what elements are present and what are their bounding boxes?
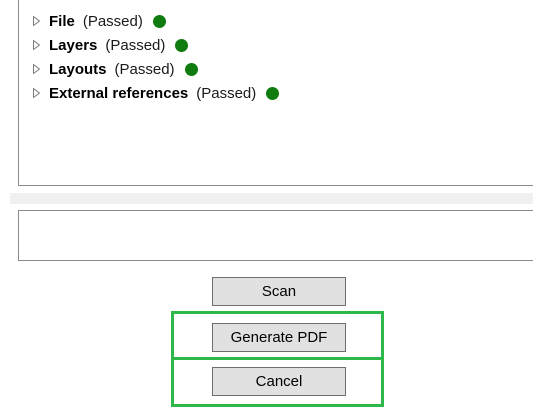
- tree-item-layers[interactable]: Layers (Passed): [33, 33, 279, 57]
- message-box: [18, 210, 533, 261]
- check-results-tree: File (Passed) Layers (Passed) Layouts (P…: [33, 9, 280, 105]
- cancel-button[interactable]: Cancel: [212, 367, 346, 396]
- tree-item-label: Layouts: [49, 60, 107, 78]
- tree-item-status: (Passed): [82, 12, 143, 30]
- tree-item-layouts[interactable]: Layouts (Passed): [33, 57, 279, 81]
- tree-item-status: (Passed): [105, 36, 166, 54]
- highlight-divider: [171, 357, 384, 360]
- tree-item-external-references[interactable]: External references (Passed): [33, 81, 280, 105]
- generate-pdf-button[interactable]: Generate PDF: [212, 323, 346, 352]
- tree-item-label: Layers: [49, 36, 98, 54]
- expand-arrow-icon[interactable]: [33, 13, 43, 29]
- check-results-tree-panel: File (Passed) Layers (Passed) Layouts (P…: [18, 0, 533, 186]
- panel-separator: [10, 193, 533, 204]
- tree-item-status: (Passed): [196, 84, 257, 102]
- status-dot-icon: [266, 86, 280, 100]
- expand-arrow-icon[interactable]: [33, 85, 43, 101]
- tree-item-label: File: [49, 12, 75, 30]
- expand-arrow-icon[interactable]: [33, 61, 43, 77]
- status-dot-icon: [152, 14, 166, 28]
- status-dot-icon: [184, 62, 198, 76]
- status-dot-icon: [175, 38, 189, 52]
- tree-item-status: (Passed): [114, 60, 175, 78]
- scan-button[interactable]: Scan: [212, 277, 346, 306]
- tree-item-file[interactable]: File (Passed): [33, 9, 279, 33]
- pdf-check-dialog: File (Passed) Layers (Passed) Layouts (P…: [0, 0, 533, 407]
- expand-arrow-icon[interactable]: [33, 37, 43, 53]
- tree-item-label: External references: [49, 84, 189, 102]
